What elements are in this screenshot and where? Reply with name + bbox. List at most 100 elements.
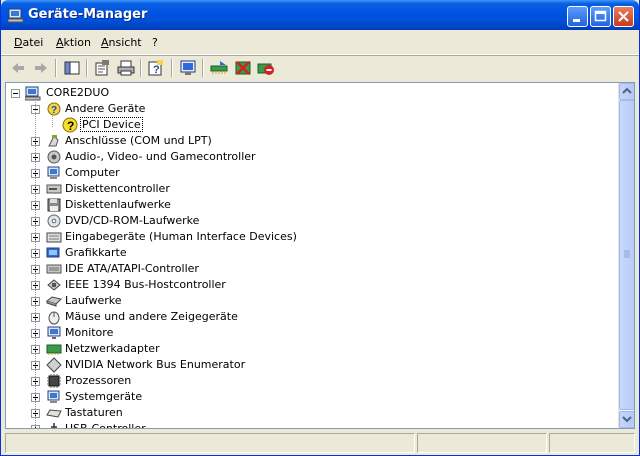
port-icon	[48, 135, 59, 147]
collapse-root-button[interactable]	[11, 89, 20, 98]
tree-item-label: Prozessoren	[65, 374, 132, 387]
tree-category-item[interactable]: NVIDIA Network Bus Enumerator	[6, 357, 606, 373]
tree-category-item[interactable]: Eingabegeräte (Human Interface Devices)	[6, 229, 606, 245]
menu-datei[interactable]: Datei	[14, 36, 43, 49]
tree-root[interactable]: CORE2DUO	[6, 85, 606, 101]
toolbar-divider	[55, 59, 57, 77]
tree-item-label: Diskettencontroller	[65, 182, 170, 195]
tree-category-item[interactable]: Systemgeräte	[6, 389, 606, 405]
maximize-button[interactable]	[590, 6, 611, 27]
tree-category-item[interactable]: Prozessoren	[6, 373, 606, 389]
tree-category-item[interactable]: IEEE 1394 Bus-Hostcontroller	[6, 277, 606, 293]
tree-item-label: Diskettenlaufwerke	[65, 198, 171, 211]
tree-category-item[interactable]: Diskettencontroller	[6, 181, 606, 197]
tree-category-item[interactable]: Laufwerke	[6, 293, 606, 309]
scroll-up-button[interactable]	[619, 83, 634, 100]
tree-item-label: Systemgeräte	[65, 390, 143, 403]
grip-icon	[624, 250, 630, 258]
menu-aktion[interactable]: Aktion	[56, 36, 91, 49]
tree-category-item[interactable]: Tastaturen	[6, 405, 606, 421]
disable-device-icon[interactable]	[234, 59, 252, 77]
uninstall-device-icon[interactable]	[257, 59, 275, 77]
tree-category-item[interactable]: ? Andere Geräte	[6, 101, 606, 117]
floppy-drive-icon	[47, 198, 61, 212]
menu-bar: Datei Aktion Ansicht ?	[1, 30, 639, 55]
tree-category-item[interactable]: Computer	[6, 165, 606, 181]
vertical-scrollbar[interactable]	[618, 83, 634, 428]
tree-item-label: Andere Geräte	[65, 102, 146, 115]
tree-item-label: NVIDIA Network Bus Enumerator	[65, 358, 246, 371]
tree-item-label: Monitore	[65, 326, 114, 339]
computer-icon	[47, 166, 60, 179]
chevron-down-icon	[622, 416, 632, 423]
scroll-down-button[interactable]	[619, 411, 634, 428]
tree-item-label: Eingabegeräte (Human Interface Devices)	[65, 230, 297, 243]
unknown-device-icon: ?	[47, 102, 61, 116]
warning-device-icon: ?	[62, 117, 78, 133]
svg-text:?: ?	[67, 119, 74, 133]
console-tree-icon[interactable]	[63, 59, 81, 77]
update-driver-icon[interactable]	[210, 59, 228, 77]
close-icon	[618, 11, 629, 22]
firewire-icon	[47, 279, 61, 291]
processor-icon	[47, 374, 61, 388]
floppy-controller-icon	[46, 184, 62, 194]
menu-help[interactable]: ?	[152, 36, 158, 49]
tree-category-item[interactable]: Grafikkarte	[6, 245, 606, 261]
back-arrow-icon[interactable]	[9, 59, 27, 77]
tree-child-item[interactable]: ? PCI Device	[6, 117, 606, 133]
forward-arrow-icon[interactable]	[32, 59, 50, 77]
bus-enumerator-icon	[46, 357, 62, 373]
tree-item-label: IDE ATA/ATAPI-Controller	[65, 262, 199, 275]
close-button[interactable]	[613, 6, 634, 27]
status-pane-3	[549, 433, 635, 453]
monitor-icon	[47, 326, 61, 339]
minimize-button[interactable]	[567, 6, 588, 27]
tree-category-item[interactable]: Monitore	[6, 325, 606, 341]
computer-root-icon	[25, 86, 41, 101]
display-adapter-icon	[46, 247, 60, 258]
tree-connector-line	[52, 113, 53, 127]
maximize-icon	[594, 10, 607, 22]
tree-category-item[interactable]: Netzwerkadapter	[6, 341, 606, 357]
cdrom-icon	[47, 214, 61, 228]
tree-category-item[interactable]: Audio-, Video- und Gamecontroller	[6, 149, 606, 165]
mouse-icon	[48, 311, 60, 325]
status-pane-main	[5, 433, 415, 453]
print-icon[interactable]	[117, 59, 135, 77]
help-icon[interactable]: ?	[147, 59, 165, 77]
tree-item-label: Grafikkarte	[65, 246, 127, 259]
tree-item-label: PCI Device	[80, 117, 143, 132]
tree-item-label: Tastaturen	[65, 406, 123, 419]
tree-category-item[interactable]: Diskettenlaufwerke	[6, 197, 606, 213]
toolbar-divider	[171, 59, 173, 77]
tree-item-label: Anschlüsse (COM und LPT)	[65, 134, 212, 147]
toolbar: ?	[1, 56, 639, 80]
device-tree[interactable]: CORE2DUO ? Andere Geräte? PCI Device Anschl…	[6, 83, 618, 428]
device-manager-window: Geräte-Manager Datei Aktion Ansicht ? ?	[0, 0, 640, 456]
audio-icon	[47, 150, 61, 164]
tree-category-item[interactable]: USB-Controller	[6, 421, 606, 428]
tree-item-label: Laufwerke	[65, 294, 122, 307]
tree-item-label: Computer	[65, 166, 120, 179]
scrollbar-thumb[interactable]	[619, 100, 634, 410]
tree-category-item[interactable]: IDE ATA/ATAPI-Controller	[6, 261, 606, 277]
status-pane-2	[417, 433, 547, 453]
properties-icon[interactable]	[93, 59, 111, 77]
menu-ansicht[interactable]: Ansicht	[101, 36, 142, 49]
device-tree-panel: CORE2DUO ? Andere Geräte? PCI Device Anschl…	[5, 82, 635, 429]
title-bar[interactable]: Geräte-Manager	[1, 0, 639, 30]
scan-hardware-icon[interactable]	[179, 59, 197, 77]
keyboard-icon	[46, 409, 62, 418]
tree-connector-line	[35, 97, 36, 428]
tree-category-item[interactable]: DVD/CD-ROM-Laufwerke	[6, 213, 606, 229]
tree-item-label: IEEE 1394 Bus-Hostcontroller	[65, 278, 226, 291]
tree-category-item[interactable]: Anschlüsse (COM und LPT)	[6, 133, 606, 149]
disk-drive-icon	[46, 296, 62, 307]
tree-item-label: Netzwerkadapter	[65, 342, 160, 355]
toolbar-divider	[86, 59, 88, 77]
svg-text:?: ?	[153, 64, 160, 76]
tree-category-item[interactable]: Mäuse und andere Zeigegeräte	[6, 309, 606, 325]
window-title: Geräte-Manager	[28, 7, 148, 22]
ide-controller-icon	[46, 264, 62, 274]
